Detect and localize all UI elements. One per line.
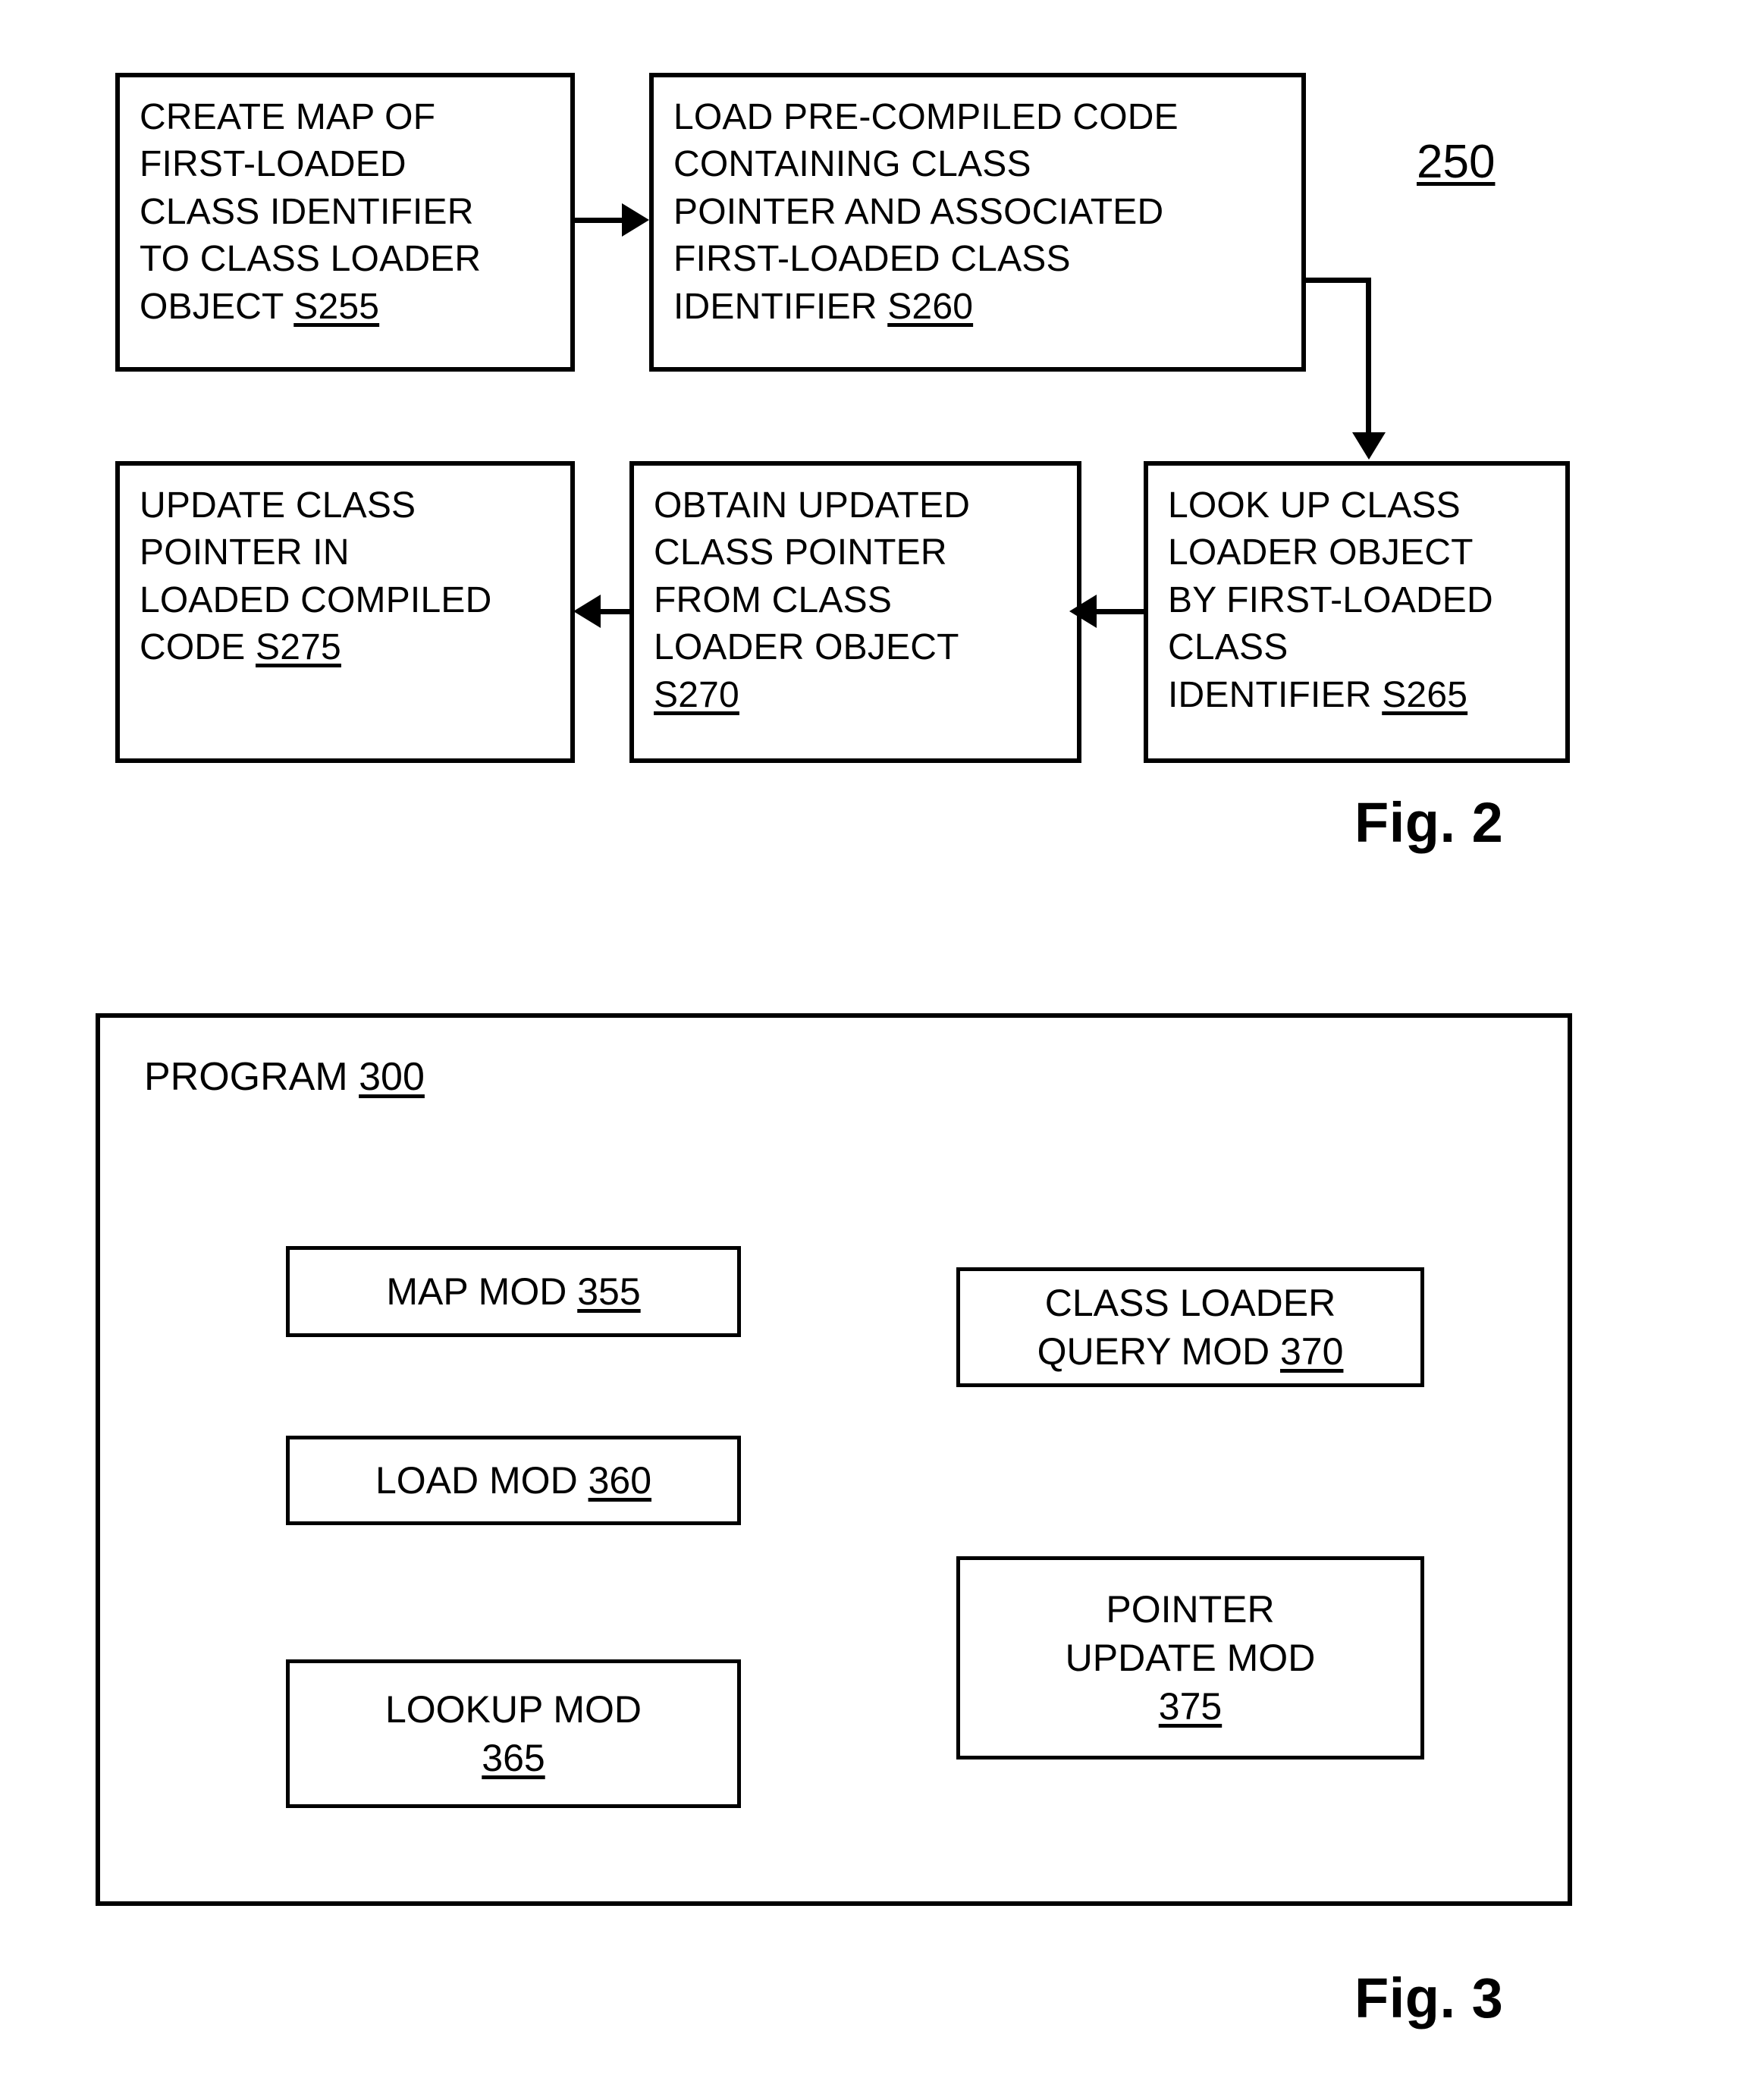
process-box-s270-ref: S270: [654, 674, 739, 715]
process-box-s275-ref: S275: [256, 627, 341, 668]
process-box-s260: LOAD PRE-COMPILED CODE CONTAINING CLASS …: [649, 73, 1306, 372]
figure-reference-250: 250: [1417, 136, 1496, 188]
figure-3-caption: Fig. 3: [1354, 1967, 1504, 2029]
process-box-s275: UPDATE CLASS POINTER IN LOADED COMPILED …: [115, 461, 575, 763]
module-box-class-loader-query-mod-ref: 370: [1280, 1330, 1344, 1373]
figure-2-caption: Fig. 2: [1354, 791, 1504, 854]
module-box-lookup-mod-text: LOOKUP MOD: [385, 1688, 642, 1731]
module-box-lookup-mod: LOOKUP MOD 365: [286, 1659, 741, 1808]
process-box-s255: CREATE MAP OF FIRST-LOADED CLASS IDENTIF…: [115, 73, 575, 372]
arrow-s270-to-s275-shaft: [599, 609, 631, 614]
module-box-map-mod-ref: 355: [577, 1270, 641, 1313]
program-title: PROGRAM 300: [144, 1054, 425, 1100]
arrow-s265-to-s270-head: [1069, 595, 1097, 628]
module-box-load-mod: LOAD MOD 360: [286, 1436, 741, 1525]
process-box-s265: LOOK UP CLASS LOADER OBJECT BY FIRST-LOA…: [1144, 461, 1570, 763]
program-title-ref: 300: [359, 1055, 425, 1099]
arrow-s270-to-s275-head: [573, 595, 601, 628]
module-box-load-mod-ref: 360: [588, 1459, 652, 1502]
process-box-s255-ref: S255: [293, 286, 380, 327]
module-box-class-loader-query-mod: CLASS LOADER QUERY MOD 370: [956, 1267, 1424, 1387]
arrow-s260-to-s265-shaft-horizontal: [1301, 278, 1371, 283]
process-box-s270-text: OBTAIN UPDATED CLASS POINTER FROM CLASS …: [654, 485, 971, 668]
arrow-s255-to-s260-head: [622, 203, 649, 237]
process-box-s260-ref: S260: [887, 286, 974, 327]
module-box-pointer-update-mod: POINTER UPDATE MOD 375: [956, 1556, 1424, 1760]
arrow-s260-to-s265-head: [1352, 432, 1386, 460]
module-box-load-mod-text: LOAD MOD: [375, 1459, 589, 1502]
process-box-s270: OBTAIN UPDATED CLASS POINTER FROM CLASS …: [629, 461, 1081, 763]
module-box-lookup-mod-ref: 365: [482, 1737, 545, 1779]
module-box-pointer-update-mod-text: POINTER UPDATE MOD: [1065, 1588, 1316, 1679]
arrow-s265-to-s270-shaft: [1095, 609, 1145, 614]
module-box-map-mod: MAP MOD 355: [286, 1246, 741, 1337]
process-box-s265-ref: S265: [1382, 674, 1468, 715]
program-title-text: PROGRAM: [144, 1055, 359, 1099]
module-box-pointer-update-mod-ref: 375: [1158, 1685, 1223, 1728]
arrow-s260-to-s265-shaft-vertical: [1366, 278, 1371, 435]
module-box-map-mod-text: MAP MOD: [386, 1270, 578, 1313]
arrow-s255-to-s260-shaft: [575, 218, 623, 223]
